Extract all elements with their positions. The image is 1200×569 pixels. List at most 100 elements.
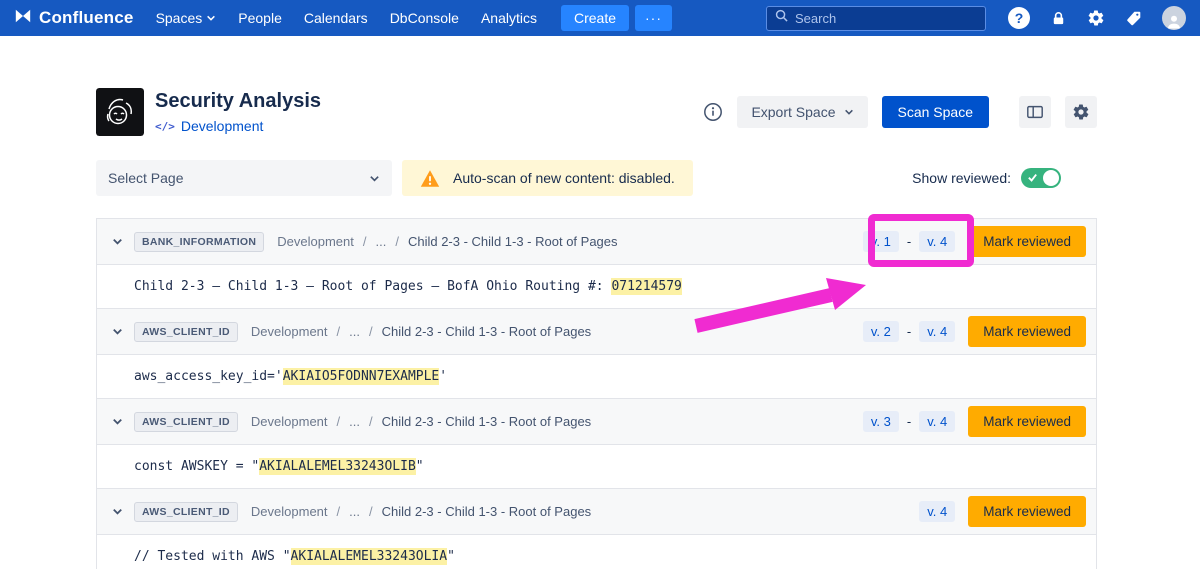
- sidebar-toggle-button[interactable]: [1019, 96, 1051, 128]
- space-titles: Security Analysis </> Development: [155, 90, 321, 134]
- breadcrumb-page-link[interactable]: Child 2-3 - Child 1-3 - Root of Pages: [382, 414, 592, 429]
- finding-header: AWS_CLIENT_ID Development / ... / Child …: [97, 489, 1096, 535]
- chevron-down-icon: [369, 173, 380, 184]
- info-icon[interactable]: [703, 102, 723, 122]
- toggle-knob: [1043, 170, 1059, 186]
- page-title: Security Analysis: [155, 90, 321, 113]
- export-space-button[interactable]: Export Space: [737, 96, 867, 128]
- breadcrumb-separator: /: [337, 504, 341, 519]
- version-to-link[interactable]: v. 4: [919, 501, 955, 522]
- breadcrumb-separator: /: [369, 504, 373, 519]
- show-reviewed-toggle[interactable]: [1021, 168, 1061, 188]
- breadcrumb-page-link[interactable]: Child 2-3 - Child 1-3 - Root of Pages: [408, 234, 618, 249]
- breadcrumb-separator: /: [337, 414, 341, 429]
- mark-reviewed-button[interactable]: Mark reviewed: [968, 316, 1086, 347]
- version-to-link[interactable]: v. 4: [919, 321, 955, 342]
- breadcrumb-space-link[interactable]: Development: [277, 234, 354, 249]
- more-actions-button[interactable]: ···: [635, 5, 672, 31]
- collapse-chevron-icon[interactable]: [109, 503, 126, 520]
- check-icon: [1027, 172, 1038, 183]
- breadcrumb-ellipsis[interactable]: ...: [349, 324, 360, 339]
- nav-item-dbconsole[interactable]: DbConsole: [390, 10, 459, 26]
- snippet-text: const AWSKEY = ": [134, 459, 259, 474]
- breadcrumb-separator: /: [395, 234, 399, 249]
- nav-item-label: Spaces: [156, 10, 203, 26]
- breadcrumb: Development / ... / Child 2-3 - Child 1-…: [251, 324, 591, 339]
- snippet-text: aws_access_key_id=': [134, 369, 283, 384]
- warning-message: Auto-scan of new content: disabled.: [453, 170, 675, 186]
- help-icon[interactable]: ?: [1008, 7, 1030, 29]
- finding-card: AWS_CLIENT_ID Development / ... / Child …: [96, 398, 1097, 489]
- collapse-chevron-icon[interactable]: [109, 233, 126, 250]
- snippet-text: ": [447, 549, 455, 564]
- controls-row: Select Page Auto-scan of new content: di…: [96, 160, 1097, 196]
- breadcrumb-space-link[interactable]: Development: [251, 504, 328, 519]
- gear-icon: [1072, 103, 1090, 121]
- nav-item-analytics[interactable]: Analytics: [481, 10, 537, 26]
- autoscan-warning-banner: Auto-scan of new content: disabled.: [402, 160, 693, 196]
- nav-item-label: Calendars: [304, 10, 368, 26]
- space-link-development[interactable]: Development: [181, 118, 264, 134]
- version-range: v. 1 - v. 4: [863, 231, 955, 252]
- snippet-text: Child 2-3 – Child 1-3 – Root of Pages – …: [134, 279, 611, 294]
- space-settings-button[interactable]: [1065, 96, 1097, 128]
- snippet-highlight: AKIALALEMEL33243OLIB: [259, 458, 416, 475]
- version-from-link[interactable]: v. 3: [863, 411, 899, 432]
- version-dash: -: [907, 324, 911, 339]
- breadcrumb-ellipsis[interactable]: ...: [349, 414, 360, 429]
- code-icon: </>: [155, 120, 175, 133]
- breadcrumb-page-link[interactable]: Child 2-3 - Child 1-3 - Root of Pages: [382, 504, 592, 519]
- breadcrumb-separator: /: [363, 234, 367, 249]
- mark-reviewed-button[interactable]: Mark reviewed: [968, 406, 1086, 437]
- nav-item-people[interactable]: People: [238, 10, 282, 26]
- snippet-text: ': [439, 369, 447, 384]
- nav-item-calendars[interactable]: Calendars: [304, 10, 368, 26]
- findings-list: BANK_INFORMATION Development / ... / Chi…: [96, 218, 1097, 569]
- export-space-label: Export Space: [751, 104, 835, 120]
- mark-reviewed-button[interactable]: Mark reviewed: [968, 226, 1086, 257]
- select-page-dropdown[interactable]: Select Page: [96, 160, 392, 196]
- finding-snippet: const AWSKEY = "AKIALALEMEL33243OLIB": [97, 445, 1096, 488]
- version-to-link[interactable]: v. 4: [919, 231, 955, 252]
- show-reviewed-control: Show reviewed:: [912, 168, 1097, 188]
- finding-snippet: aws_access_key_id='AKIAIO5FODNN7EXAMPLE': [97, 355, 1096, 398]
- snippet-highlight: 071214579: [611, 278, 681, 295]
- create-button[interactable]: Create: [561, 5, 629, 31]
- finding-header: BANK_INFORMATION Development / ... / Chi…: [97, 219, 1096, 265]
- collapse-chevron-icon[interactable]: [109, 323, 126, 340]
- header-actions: Export Space Scan Space: [703, 96, 1097, 128]
- show-reviewed-label: Show reviewed:: [912, 170, 1011, 186]
- finding-header: AWS_CLIENT_ID Development / ... / Child …: [97, 399, 1096, 445]
- lock-icon[interactable]: [1050, 10, 1067, 27]
- finding-snippet: Child 2-3 – Child 1-3 – Root of Pages – …: [97, 265, 1096, 308]
- select-page-label: Select Page: [108, 170, 184, 186]
- nav-item-spaces[interactable]: Spaces: [156, 10, 217, 26]
- breadcrumb-ellipsis[interactable]: ...: [376, 234, 387, 249]
- version-to-link[interactable]: v. 4: [919, 411, 955, 432]
- snippet-text: // Tested with AWS ": [134, 549, 291, 564]
- tag-icon[interactable]: [1125, 10, 1142, 27]
- finding-snippet: // Tested with AWS "AKIALALEMEL33243OLIA…: [97, 535, 1096, 569]
- collapse-chevron-icon[interactable]: [109, 413, 126, 430]
- search-input[interactable]: [795, 11, 977, 26]
- breadcrumb-space-link[interactable]: Development: [251, 324, 328, 339]
- user-avatar[interactable]: [1162, 6, 1186, 30]
- space-header: Security Analysis </> Development Export…: [96, 88, 1097, 136]
- scan-space-button[interactable]: Scan Space: [882, 96, 990, 128]
- breadcrumb: Development / ... / Child 2-3 - Child 1-…: [277, 234, 617, 249]
- version-range: - v. 4: [919, 501, 955, 522]
- mark-reviewed-button[interactable]: Mark reviewed: [968, 496, 1086, 527]
- version-from-link[interactable]: v. 2: [863, 321, 899, 342]
- breadcrumb-page-link[interactable]: Child 2-3 - Child 1-3 - Root of Pages: [382, 324, 592, 339]
- nav-item-label: Analytics: [481, 10, 537, 26]
- warning-icon: [420, 169, 440, 188]
- confluence-security-analysis-page: Confluence Spaces People Calendars DbCon…: [0, 0, 1200, 569]
- gear-icon[interactable]: [1087, 9, 1105, 27]
- confluence-logo-icon: [14, 7, 32, 30]
- confluence-brand[interactable]: Confluence: [14, 7, 134, 30]
- version-from-link[interactable]: v. 1: [863, 231, 899, 252]
- global-search[interactable]: [766, 6, 986, 31]
- nav-item-label: People: [238, 10, 282, 26]
- breadcrumb-ellipsis[interactable]: ...: [349, 504, 360, 519]
- breadcrumb-space-link[interactable]: Development: [251, 414, 328, 429]
